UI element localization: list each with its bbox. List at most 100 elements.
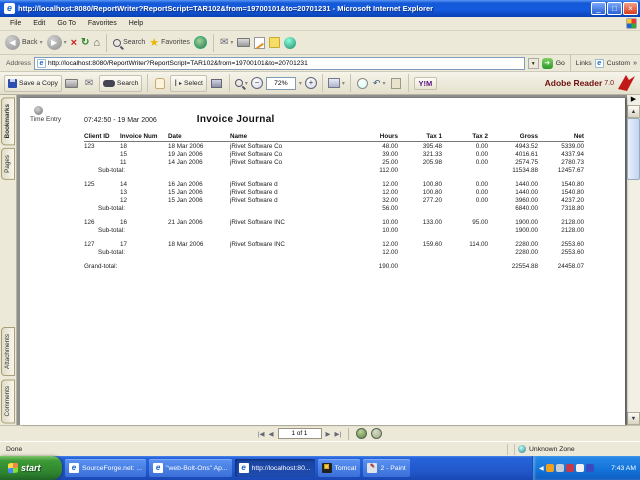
menu-file[interactable]: File <box>4 20 27 27</box>
zoom-in-button[interactable]: + <box>304 77 317 89</box>
previous-view-button[interactable] <box>356 428 368 439</box>
links-label[interactable]: Links <box>576 60 592 67</box>
messenger-icon <box>284 36 297 49</box>
taskbar-item[interactable]: ▣ Tomcat <box>317 459 361 477</box>
forward-button[interactable]: ▶ ▾ <box>46 35 67 50</box>
ie-page-icon: e <box>4 3 15 14</box>
print-icon <box>237 38 251 47</box>
mail-button[interactable]: ✉ ▾ <box>220 37 233 48</box>
back-button[interactable]: ◀ Back ▾ <box>5 35 43 50</box>
favorites-button[interactable]: ★ Favorites <box>149 36 190 49</box>
zoom-tool-dropdown-icon[interactable]: ▾ <box>245 80 248 87</box>
edit-button[interactable] <box>254 36 266 49</box>
tray-window-icon[interactable] <box>585 464 594 472</box>
undo-dropdown-icon[interactable]: ▾ <box>382 80 385 87</box>
pdf-page: Time Entry 07:42:50 - 19 Mar 2006 Invoic… <box>20 98 625 425</box>
next-page-button[interactable]: ▶ <box>326 430 331 438</box>
page-number-input[interactable]: 1 of 1 <box>277 428 322 439</box>
tab-bookmarks[interactable]: Bookmarks <box>1 97 15 146</box>
table-header-row: Client ID Invoice Num Date Name Hours Ta… <box>84 133 584 142</box>
taskbar-item[interactable]: ✎ 2 - Paint <box>363 459 410 477</box>
links-overflow-icon[interactable]: » <box>633 60 637 67</box>
menubar: File Edit Go To Favorites Help <box>0 17 640 31</box>
document-area: Time Entry 07:42:50 - 19 Mar 2006 Invoic… <box>17 95 627 425</box>
tab-pages[interactable]: Pages <box>1 148 15 181</box>
zoom-tool-button[interactable]: ▾ <box>234 79 248 87</box>
restore-button[interactable]: □ <box>607 2 622 15</box>
tab-attachments[interactable]: Attachments <box>1 326 15 376</box>
refresh-icon: ↻ <box>81 37 90 48</box>
search-button[interactable]: Search <box>113 38 146 47</box>
zoom-level-dropdown-icon[interactable]: ▾ <box>299 80 302 87</box>
close-button[interactable]: × <box>623 2 638 15</box>
status-text: Done <box>6 445 23 453</box>
search-label: Search <box>123 39 146 46</box>
forward-icon: ▶ <box>46 35 62 50</box>
tray-app-icon[interactable] <box>565 464 574 472</box>
print-document-button[interactable] <box>65 76 79 91</box>
go-icon[interactable]: ➔ <box>541 57 553 69</box>
printer-icon <box>65 78 79 88</box>
titlebar: e http://localhost:8080/ReportWriter?Rep… <box>0 0 640 17</box>
previous-page-button[interactable]: ◀ <box>269 430 274 438</box>
last-page-button[interactable]: ▶| <box>335 430 342 438</box>
ie-icon: e <box>153 463 164 473</box>
stop-button[interactable]: × <box>71 37 77 49</box>
page-display-dropdown-icon[interactable]: ▾ <box>342 80 345 87</box>
review-comment-button[interactable] <box>356 76 370 91</box>
select-tool-button[interactable]: Ι ▸ Select <box>170 74 207 92</box>
zoom-out-button[interactable]: − <box>250 77 263 89</box>
email-button[interactable]: ✉ <box>82 76 96 91</box>
toolbar-separator <box>349 74 351 92</box>
save-a-copy-button[interactable]: Save a Copy <box>4 74 62 92</box>
back-dropdown-icon[interactable]: ▾ <box>40 39 43 46</box>
discuss-button[interactable] <box>269 37 281 48</box>
yahoo-messenger-button[interactable]: Y!M <box>413 76 438 90</box>
start-button[interactable]: start <box>0 456 62 480</box>
print-button[interactable] <box>237 38 251 47</box>
custom-link[interactable]: Custom <box>607 60 630 67</box>
scrollbar-thumb[interactable] <box>627 118 640 180</box>
menu-goto[interactable]: Go To <box>51 20 82 27</box>
col-name: Name <box>230 133 352 142</box>
go-label[interactable]: Go <box>556 60 565 67</box>
scroll-up-icon[interactable]: ▲ <box>627 105 640 118</box>
vertical-scrollbar[interactable]: ▶ ▲ ▼ <box>627 95 640 425</box>
tab-comments[interactable]: Comments <box>1 378 15 423</box>
paste-button[interactable] <box>389 76 403 91</box>
zoom-level-input[interactable]: 72% <box>265 76 296 90</box>
undo-button[interactable]: ↶ ▾ <box>373 78 386 89</box>
reader-search-button[interactable]: Search <box>98 74 143 92</box>
tray-chevron-icon[interactable]: ◀ <box>539 465 544 472</box>
tray-volume-icon[interactable] <box>575 464 584 472</box>
menu-edit[interactable]: Edit <box>27 20 51 27</box>
snapshot-tool-button[interactable] <box>210 76 224 91</box>
menu-favorites[interactable]: Favorites <box>82 20 123 27</box>
table-row: 123 18 18 Mar 2006 jRivet Software Co 48.00 3… <box>84 142 584 150</box>
tray-network-icon[interactable] <box>555 464 564 472</box>
scrollbar-track[interactable] <box>627 118 640 412</box>
taskbar-item[interactable]: e "web-Bolt-Ons" Ap... <box>149 459 232 477</box>
address-input[interactable]: e http://localhost:8080/ReportWriter?Rep… <box>33 56 525 70</box>
toolbar-expand-icon[interactable]: ▶ <box>631 95 636 105</box>
toolbar-separator <box>407 74 409 92</box>
hand-tool-button[interactable] <box>153 76 167 91</box>
next-view-button[interactable] <box>371 428 383 439</box>
first-page-button[interactable]: |◀ <box>258 430 265 438</box>
minimize-button[interactable]: _ <box>591 2 606 15</box>
forward-dropdown-icon[interactable]: ▾ <box>64 39 67 46</box>
page-display-button[interactable]: ▾ <box>327 78 345 88</box>
statusbar: Done Unknown Zone <box>0 441 640 456</box>
address-dropdown-icon[interactable]: ▼ <box>527 57 539 69</box>
menu-help[interactable]: Help <box>123 20 149 27</box>
mail-dropdown-icon[interactable]: ▾ <box>230 39 233 46</box>
hand-icon <box>155 77 166 89</box>
home-button[interactable]: ⌂ <box>93 37 100 49</box>
taskbar-item[interactable]: e http://localhost:80... <box>234 459 315 477</box>
security-shield-icon[interactable] <box>545 464 554 472</box>
refresh-button[interactable]: ↻ <box>81 37 89 48</box>
taskbar-item[interactable]: e SourceForge.net: ... <box>65 459 147 477</box>
messenger-button[interactable] <box>284 36 297 49</box>
history-button[interactable] <box>193 36 207 49</box>
scroll-down-icon[interactable]: ▼ <box>627 412 640 425</box>
